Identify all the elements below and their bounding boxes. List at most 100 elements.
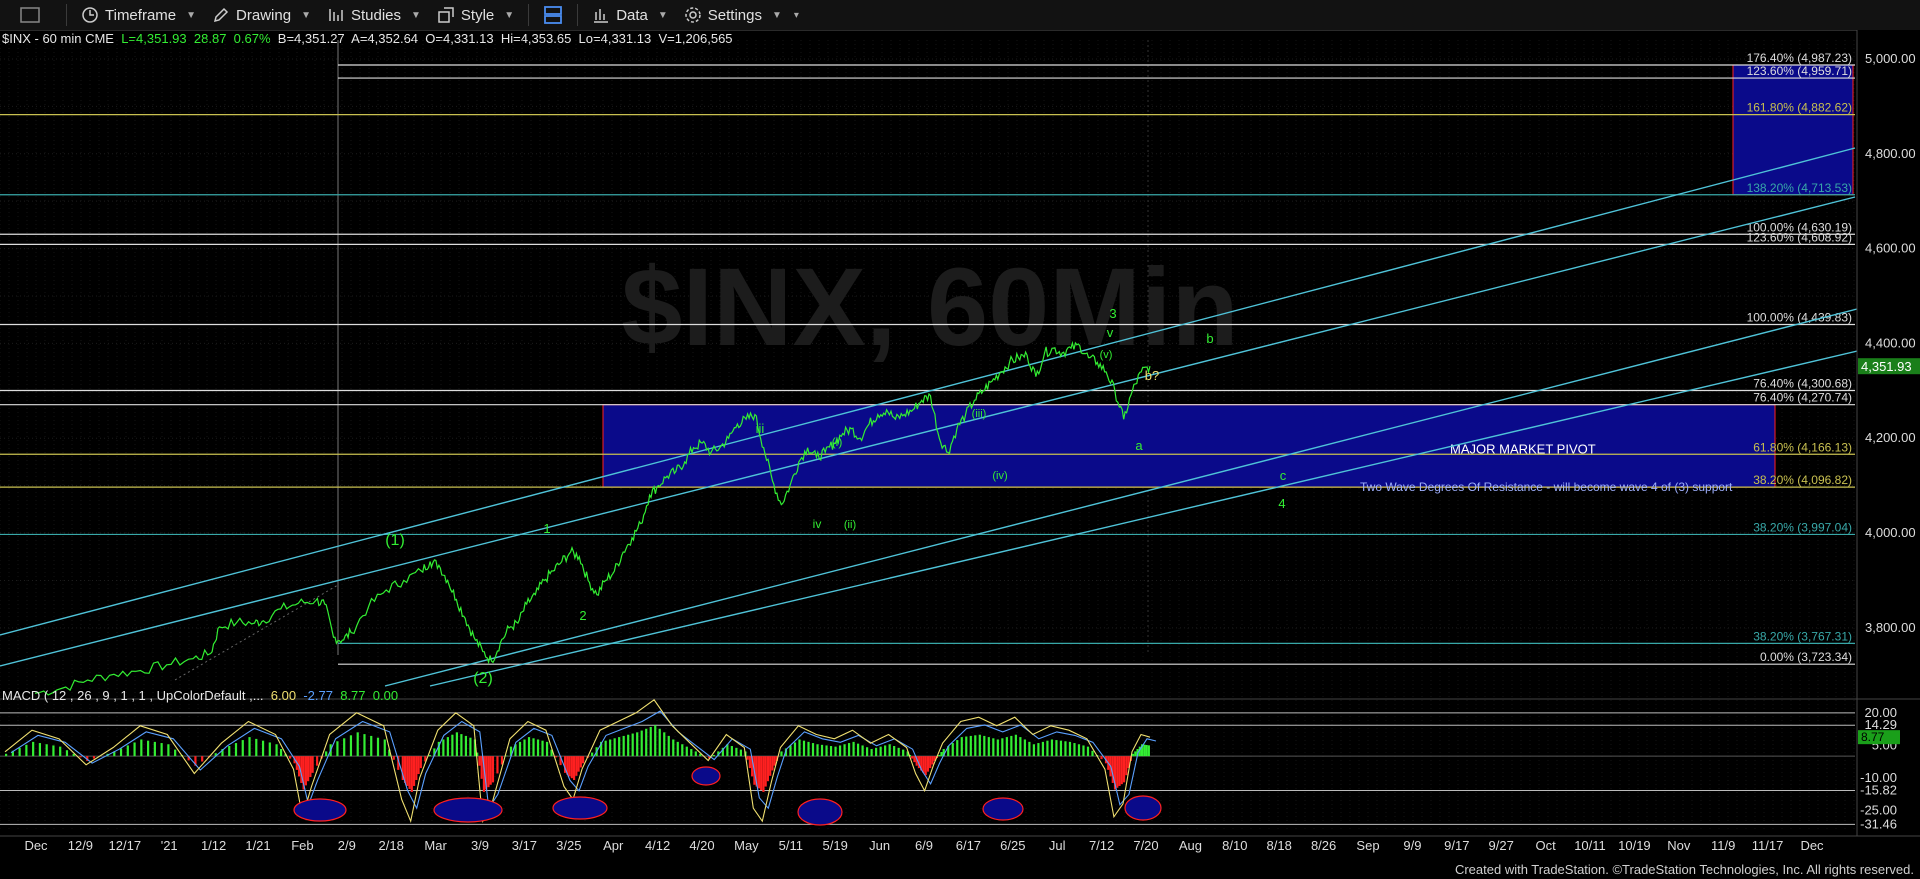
macd-histogram-bar <box>1125 756 1128 776</box>
macd-histogram-bar <box>174 749 177 757</box>
time-tick-label: '21 <box>161 838 178 853</box>
macd-histogram-bar <box>554 756 558 758</box>
time-tick-label: 12/17 <box>109 838 142 853</box>
macd-histogram-bar <box>769 756 772 776</box>
macd-histogram-bar <box>1019 737 1022 757</box>
macd-histogram-bar <box>577 756 580 772</box>
macd-histogram-bar <box>428 754 431 757</box>
macd-last-label: 8.77 <box>1861 730 1885 744</box>
time-tick-label: 10/11 <box>1574 838 1606 853</box>
macd-histogram-bar <box>1023 739 1026 757</box>
macd-histogram-bar <box>59 746 62 757</box>
time-tick-label: 7/20 <box>1133 838 1158 853</box>
price-chart[interactable]: $INX, 60Min 176.40% (4,987.23)123.60% (4… <box>0 0 1920 879</box>
macd-value-3: 8.77 <box>340 688 366 703</box>
macd-histogram-bar <box>228 746 231 757</box>
macd-histogram-bar <box>730 746 733 757</box>
macd-histogram-bar <box>268 742 271 757</box>
pivot-zone <box>602 404 1776 488</box>
macd-histogram-bar <box>1005 737 1008 757</box>
macd-histogram-bar <box>304 756 307 786</box>
wave-label: b? <box>1145 368 1159 383</box>
macd-histogram-bar <box>1122 756 1126 783</box>
macd-histogram-bar <box>1064 741 1067 757</box>
macd-histogram-bar <box>667 735 670 757</box>
macd-histogram-bar <box>446 737 449 757</box>
time-tick-label: 3/25 <box>556 838 581 853</box>
macd-histogram-bar <box>1091 750 1094 757</box>
macd-histogram-bar <box>780 751 783 757</box>
fib-label: 161.80% (4,882.62) <box>1747 101 1852 115</box>
macd-histogram-bar <box>888 744 891 757</box>
macd-histogram-bar <box>415 756 418 780</box>
macd-histogram-bar <box>1010 735 1013 757</box>
time-tick-label: May <box>734 838 759 853</box>
time-tick-label: 2/9 <box>338 838 356 853</box>
time-tick-label: Dec <box>1800 838 1824 853</box>
price-tick-label: 4,400.00 <box>1865 335 1916 350</box>
macd-histogram-bar <box>640 730 643 757</box>
price-tick-label: 3,800.00 <box>1865 620 1916 635</box>
macd-histogram-bar <box>965 736 968 757</box>
macd-histogram-bar <box>843 744 846 757</box>
time-axis[interactable]: Dec 12/9 12/17 '21 1/12 1/21 Feb 2/9 2/18 Mar 3/9 3… <box>0 835 1920 853</box>
macd-histogram-bar <box>987 737 990 757</box>
macd-histogram-bar <box>636 732 639 757</box>
macd-pane: 20.0014.295.00-10.00-15.82-25.00-31.468.… <box>0 698 1920 831</box>
macd-histogram-bar <box>532 738 535 757</box>
macd-histogram-bar <box>1143 744 1146 757</box>
macd-histogram-bar <box>1059 740 1063 757</box>
time-tick-label: 7/12 <box>1089 838 1114 853</box>
channel-line <box>429 340 1901 687</box>
macd-histogram-bar <box>681 744 684 757</box>
fib-label: 38.20% (3,767.31) <box>1753 629 1852 643</box>
macd-histogram-bar <box>79 756 82 758</box>
macd-histogram-bar <box>1116 756 1119 788</box>
oversold-ellipse <box>293 798 347 822</box>
macd-histogram-bar <box>325 751 328 757</box>
macd-histogram-bar <box>1073 743 1076 757</box>
macd-histogram-bar <box>288 756 292 759</box>
macd-histogram-bar <box>852 741 855 757</box>
macd-histogram-bar <box>32 741 35 757</box>
macd-histogram-bar <box>764 756 767 787</box>
macd-histogram-bar <box>408 756 411 789</box>
time-tick-label: Jun <box>869 838 890 853</box>
macd-histogram-bar <box>996 739 999 757</box>
macd-histogram-bar <box>929 756 932 769</box>
macd-histogram-bar <box>748 756 751 769</box>
macd-histogram-bar <box>469 737 472 757</box>
macd-histogram-bar <box>1046 740 1049 757</box>
macd-histogram-bar <box>119 748 123 757</box>
macd-histogram-bar <box>654 725 657 757</box>
macd-histogram-bar <box>126 745 129 757</box>
macd-histogram-bar <box>376 737 380 757</box>
macd-histogram-bar <box>572 756 576 780</box>
macd-histogram-bar <box>739 749 742 757</box>
macd-histogram-bar <box>92 756 96 759</box>
macd-histogram-bar <box>622 735 625 757</box>
macd-histogram-bar <box>658 728 661 757</box>
macd-histogram-bar <box>455 732 458 757</box>
oversold-ellipse <box>552 796 608 820</box>
macd-histogram-bar <box>940 751 943 757</box>
price-tick-label: 4,600.00 <box>1865 241 1916 256</box>
time-tick-label: 8/26 <box>1311 838 1336 853</box>
macd-value-1: 6.00 <box>270 688 297 703</box>
macd-histogram-bar <box>406 756 409 786</box>
macd-histogram-bar <box>613 738 616 757</box>
macd-histogram-bar <box>1037 743 1040 757</box>
macd-histogram-bar <box>18 747 21 757</box>
macd-histogram-bar <box>897 747 900 757</box>
macd-histogram-bar <box>255 738 258 757</box>
wave-label: 1 <box>543 521 550 536</box>
macd-histogram-bar <box>146 740 150 757</box>
macd-histogram-bar <box>1145 744 1148 757</box>
macd-histogram-bar <box>582 756 585 764</box>
fib-label: 0.00% (3,723.34) <box>1760 650 1852 664</box>
fib-label: 61.80% (4,166.13) <box>1753 440 1852 454</box>
macd-histogram-bar <box>536 739 540 757</box>
last-price-label: 4,351.93 <box>1861 359 1912 374</box>
macd-histogram-bar <box>261 740 265 757</box>
pivot-label: MAJOR MARKET PIVOT <box>1450 441 1596 456</box>
